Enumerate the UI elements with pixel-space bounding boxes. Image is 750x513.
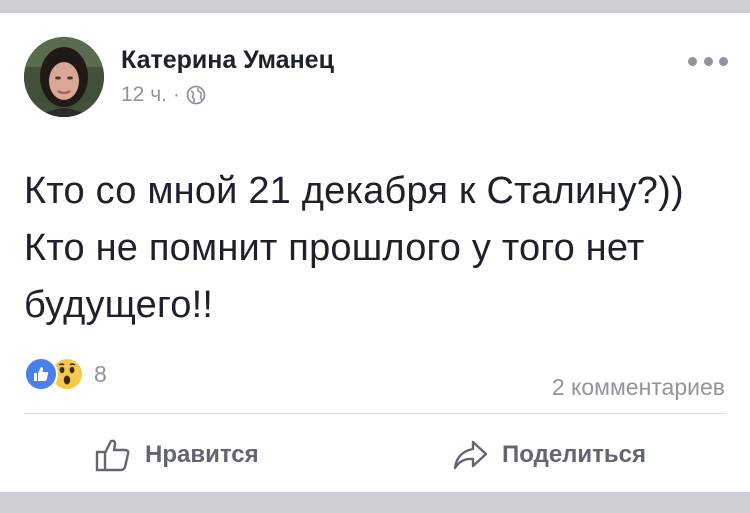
reactions-summary[interactable]: 8	[24, 357, 107, 391]
post-meta: 12 ч. ·	[121, 83, 206, 107]
author-name[interactable]: Катерина Уманец	[121, 46, 334, 75]
post-text: Кто со мной 21 декабря к Сталину?)) Кто …	[24, 170, 684, 326]
share-button[interactable]: Поделиться	[452, 431, 646, 479]
meta-separator: ·	[172, 83, 180, 106]
post-timestamp[interactable]: 12 ч.	[121, 83, 167, 107]
reaction-count: 8	[94, 360, 107, 387]
more-dot-icon	[719, 56, 728, 66]
author-avatar[interactable]	[24, 37, 104, 117]
like-icon	[24, 357, 58, 391]
divider	[24, 413, 726, 414]
like-button[interactable]: Нравится	[95, 431, 259, 479]
comments-count[interactable]: 2 комментариев	[552, 374, 725, 401]
more-dot-icon	[688, 56, 697, 66]
avatar-photo	[24, 37, 104, 117]
like-button-label: Нравится	[145, 441, 259, 468]
more-options-button[interactable]	[688, 51, 728, 71]
thumbs-up-icon	[95, 439, 130, 472]
post-card: Катерина Уманец 12 ч. · Кто со мной 21 д…	[0, 13, 750, 492]
share-icon	[453, 440, 488, 470]
share-button-label: Поделиться	[502, 441, 647, 468]
globe-icon	[186, 85, 206, 105]
more-dot-icon	[703, 56, 713, 66]
